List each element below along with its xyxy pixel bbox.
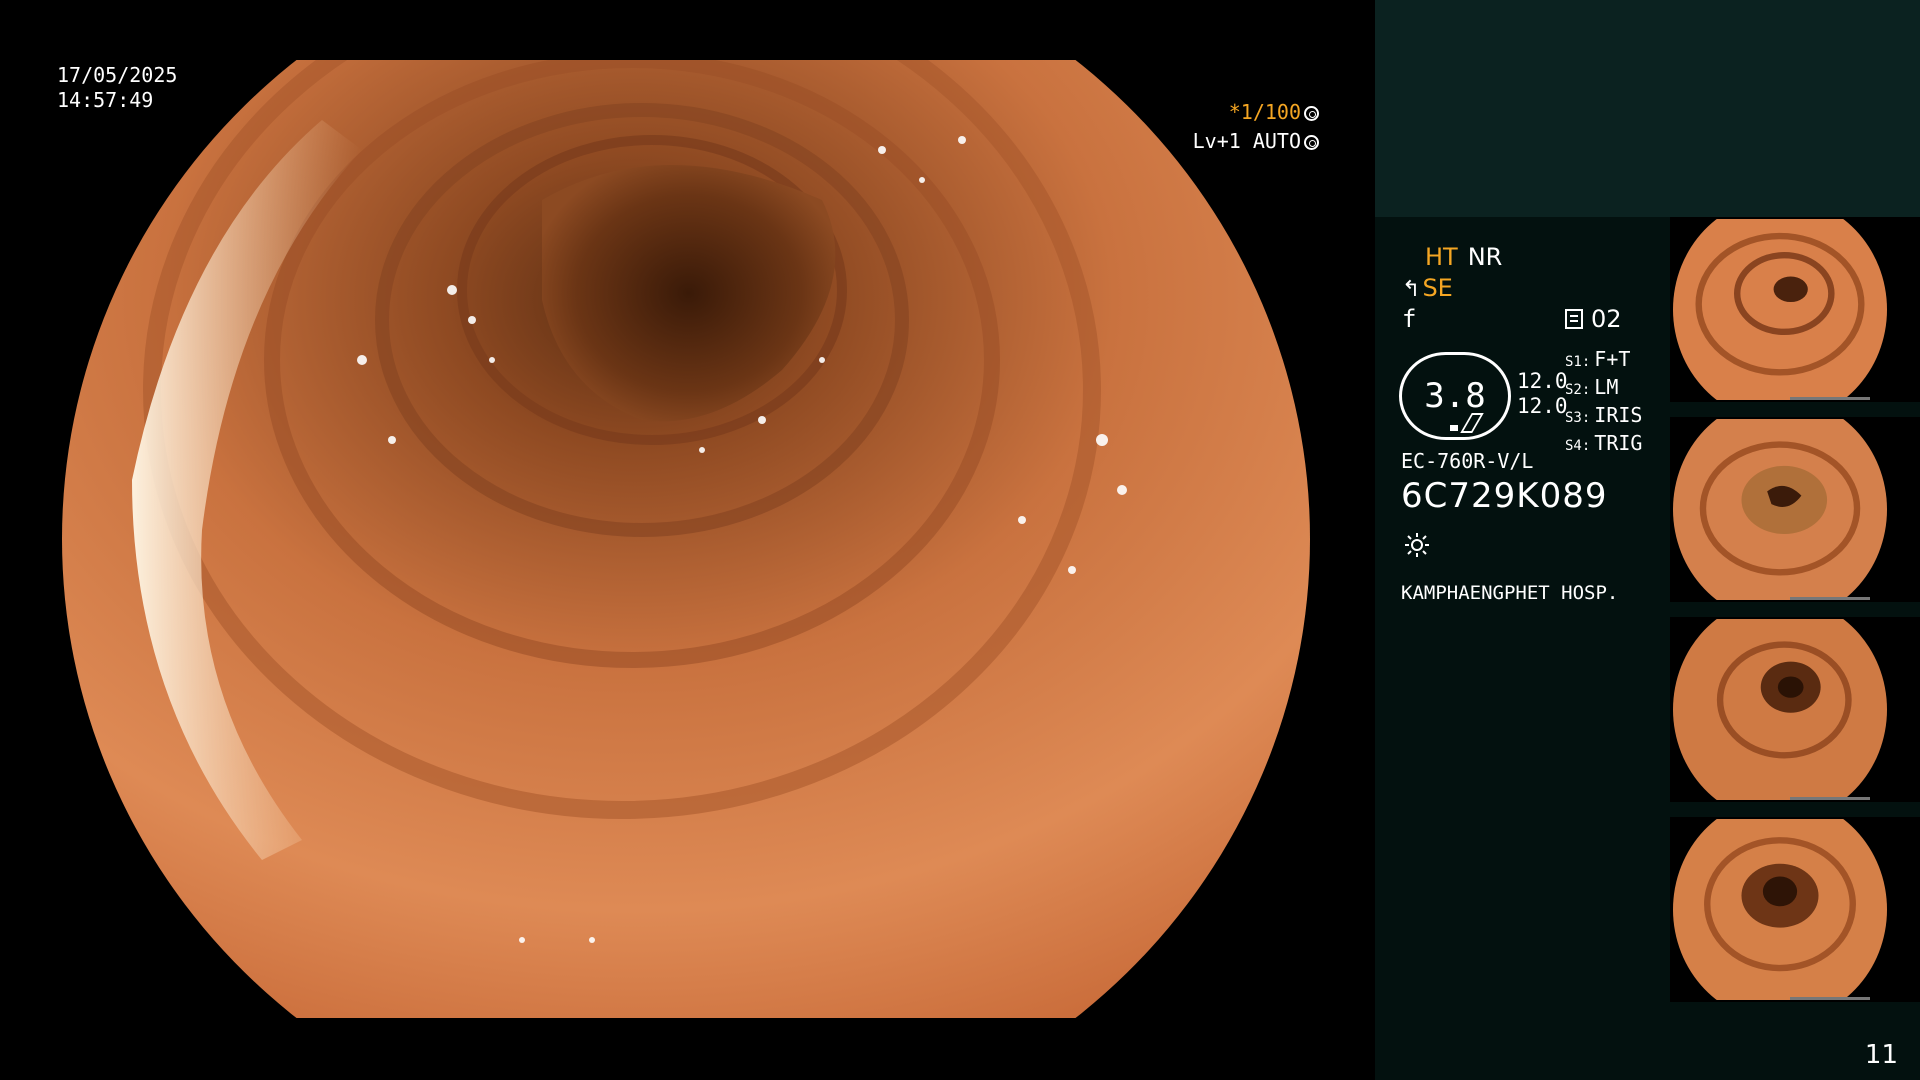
se-text: SE (1422, 274, 1453, 302)
page-number: 11 (1864, 1040, 1898, 1070)
hook-icon: ↰ (1402, 277, 1421, 302)
switch-row: S4: TRIG (1565, 431, 1643, 455)
thumbnail-image (1673, 419, 1887, 600)
thumbnail-image (1673, 619, 1887, 800)
shutter-text: *1/100 (1228, 100, 1301, 124)
endoscope-view: 17/05/2025 14:57:49 *1/100 Lv+1 AUTO (0, 0, 1375, 1080)
settings-info: HT NR ↰SE f 02 3.8 12.0 12.0 S1: F+T S2: LM… (1375, 217, 1670, 1080)
se-line: ↰SE (1402, 274, 1453, 302)
value-1: 12.0 (1517, 369, 1568, 393)
thumbnail-caption (1790, 597, 1870, 600)
badge-mark-icon (1450, 425, 1458, 431)
memo-count: 02 (1591, 305, 1622, 333)
light-icon (1405, 533, 1429, 557)
mode-nr: NR (1467, 243, 1503, 271)
shutter-row: *1/100 (1193, 98, 1319, 127)
mode-ht: HT (1425, 243, 1458, 271)
badge-value: 3.8 (1424, 376, 1486, 416)
side-panel: HT NR ↰SE f 02 3.8 12.0 12.0 S1: F+T S2: LM… (1375, 0, 1920, 1080)
badge-slash-icon (1460, 413, 1484, 433)
date-text: 17/05/2025 (57, 63, 178, 87)
camera-status: *1/100 Lv+1 AUTO (1193, 98, 1319, 156)
time-text: 14:57:49 (57, 88, 154, 112)
side-panel-header (1375, 0, 1920, 217)
thumbnail-image (1673, 219, 1887, 400)
endoscopy-image (62, 60, 1310, 1018)
switch-row: S2: LM (1565, 375, 1619, 399)
thumbnail-caption (1790, 997, 1870, 1000)
thumbnail-caption (1790, 797, 1870, 800)
hospital-name: KAMPHAENGPHET HOSP. (1401, 582, 1619, 604)
aperture-icon (1304, 106, 1319, 121)
switch-list: S1: F+T S2: LM S3: IRIS S4: TRIG (1565, 347, 1642, 459)
value-2: 12.0 (1517, 394, 1568, 418)
memo-counter: 02 (1565, 305, 1622, 333)
scope-model: EC-760R-V/L (1401, 449, 1534, 473)
auto-icon (1304, 135, 1319, 150)
thumbnail-image (1673, 819, 1887, 1000)
level-row: Lv+1 AUTO (1193, 127, 1319, 156)
badge-values: 12.0 12.0 (1517, 369, 1568, 419)
f-symbol: f (1402, 305, 1417, 333)
switch-row: S1: F+T (1565, 347, 1631, 371)
thumbnail-4[interactable] (1670, 817, 1920, 1002)
datetime: 17/05/2025 14:57:49 (57, 63, 177, 113)
scope-serial: 6C729K089 (1401, 476, 1608, 516)
switch-row: S3: IRIS (1565, 403, 1643, 427)
mode-line: HT NR (1425, 243, 1502, 271)
thumbnail-2[interactable] (1670, 417, 1920, 602)
zoom-badge: 3.8 (1399, 352, 1511, 440)
level-text: Lv+1 AUTO (1192, 129, 1301, 153)
thumbnail-caption (1790, 397, 1870, 400)
thumbnail-1[interactable] (1670, 217, 1920, 402)
memo-icon (1565, 309, 1583, 329)
thumbnail-3[interactable] (1670, 617, 1920, 802)
